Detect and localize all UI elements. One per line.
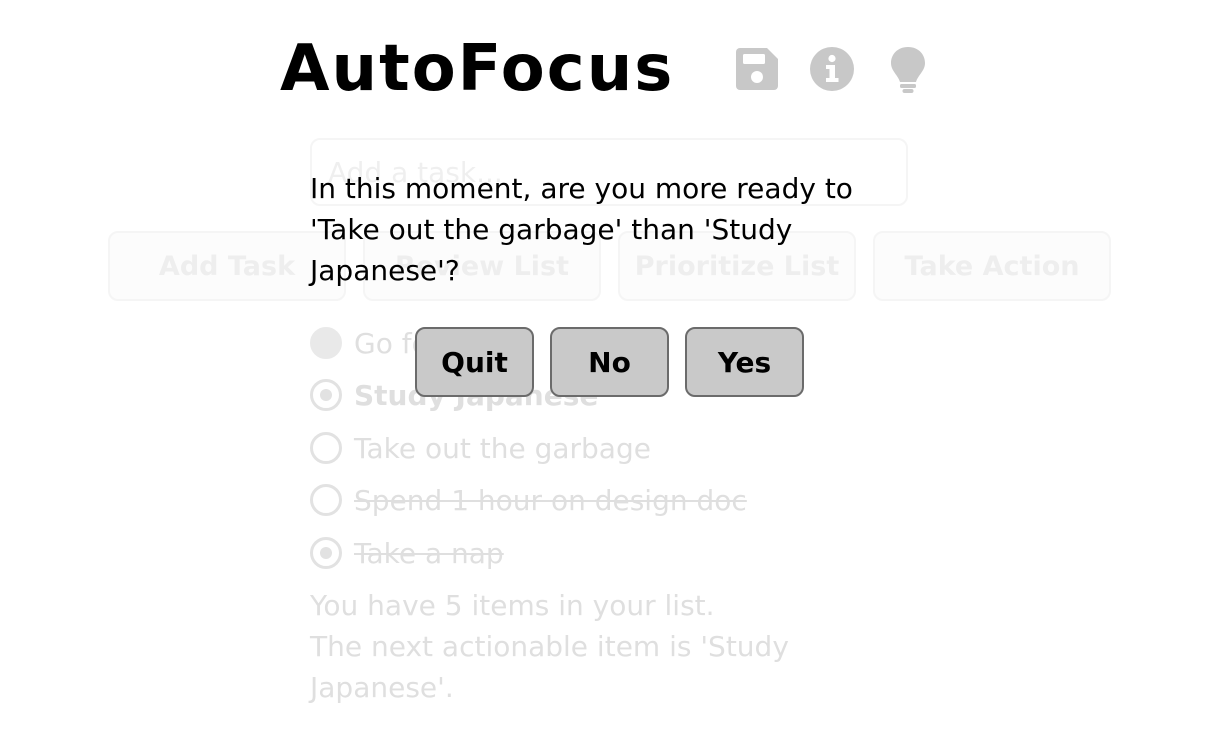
list-summary: You have 5 items in your list. The next … <box>310 585 870 708</box>
task-item: Take a nap <box>310 531 504 575</box>
yes-button[interactable]: Yes <box>685 327 804 397</box>
autofocus-page: AutoFocus Add Task Review List Prioritiz… <box>0 0 1219 750</box>
task-radio[interactable] <box>310 327 342 359</box>
app-title: AutoFocus <box>280 32 675 106</box>
task-radio[interactable] <box>310 432 342 464</box>
info-icon[interactable] <box>808 44 856 94</box>
next-item-text: The next actionable item is 'Study Japan… <box>310 630 789 704</box>
no-button[interactable]: No <box>550 327 669 397</box>
task-radio[interactable] <box>310 537 342 569</box>
lightbulb-icon[interactable] <box>884 44 932 94</box>
task-radio[interactable] <box>310 484 342 516</box>
task-label: Spend 1 hour on design doc <box>354 483 747 517</box>
task-item: Spend 1 hour on design doc <box>310 478 747 522</box>
task-label: Take out the garbage <box>354 431 651 465</box>
task-item: Take out the garbage <box>310 426 651 470</box>
task-radio[interactable] <box>310 379 342 411</box>
item-count-text: You have 5 items in your list. <box>310 589 715 622</box>
save-icon[interactable] <box>733 44 781 94</box>
task-label: Take a nap <box>354 536 504 570</box>
dialog-question: In this moment, are you more ready to 'T… <box>310 172 853 287</box>
quit-button[interactable]: Quit <box>415 327 534 397</box>
